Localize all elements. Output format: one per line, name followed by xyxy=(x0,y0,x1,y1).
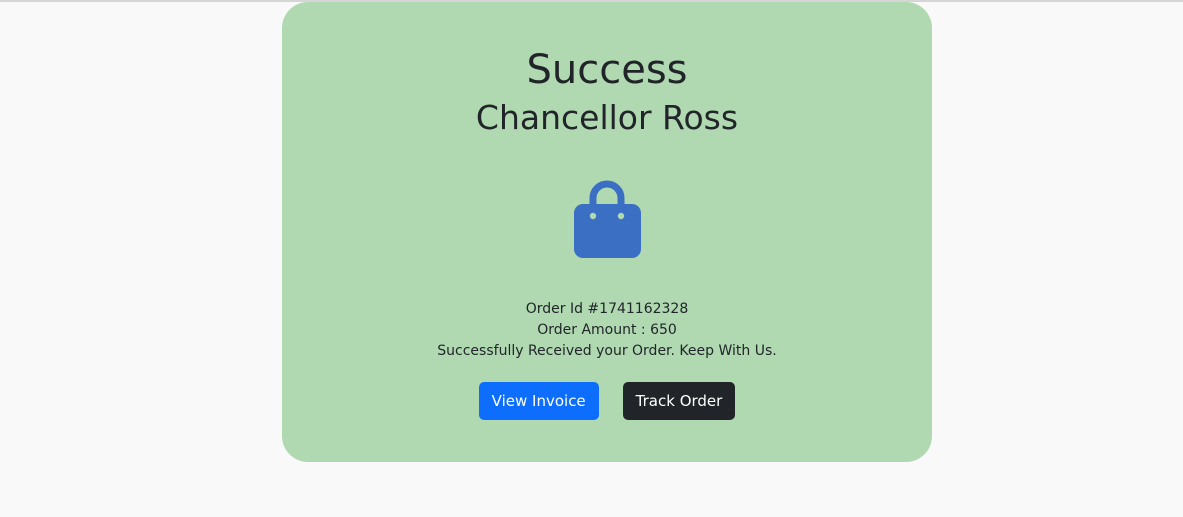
order-amount: Order Amount : 650 xyxy=(537,322,677,338)
success-message: Successfully Received your Order. Keep W… xyxy=(437,343,777,359)
shopping-bag-icon xyxy=(569,178,645,258)
page-title: Success xyxy=(526,47,688,93)
action-buttons: View Invoice Track Order xyxy=(282,382,932,420)
view-invoice-button[interactable]: View Invoice xyxy=(478,382,599,420)
customer-name: Chancellor Ross xyxy=(475,98,739,137)
order-id: Order Id #1741162328 xyxy=(525,301,689,317)
order-info: Order Id #1741162328 Order Amount : 650 … xyxy=(282,299,932,362)
track-order-button[interactable]: Track Order xyxy=(622,382,736,420)
order-success-card: Success Chancellor Ross Order Id #174116… xyxy=(282,2,932,462)
